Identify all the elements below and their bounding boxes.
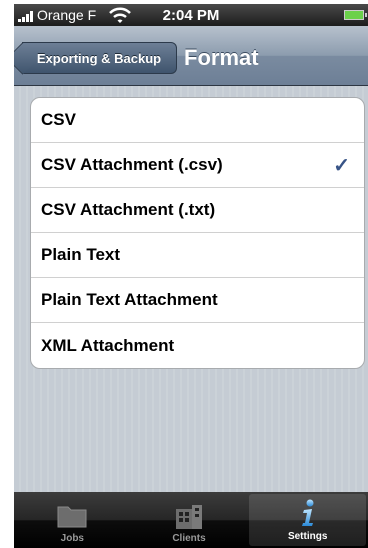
navigation-bar: Exporting & Backup Format xyxy=(14,26,368,86)
status-bar: Orange F 2:04 PM xyxy=(14,4,368,26)
info-icon xyxy=(298,497,318,527)
format-option-csv-attachment-csv[interactable]: CSV Attachment (.csv) ✓ xyxy=(31,143,364,188)
checkmark-icon: ✓ xyxy=(333,154,350,177)
format-option-label: Plain Text Attachment xyxy=(41,290,218,309)
tab-clients[interactable]: Clients xyxy=(131,492,248,548)
format-option-csv-attachment-txt[interactable]: CSV Attachment (.txt) xyxy=(31,188,364,233)
format-option-label: CSV Attachment (.txt) xyxy=(41,200,216,219)
battery-icon xyxy=(344,10,367,20)
format-option-plain-text-attachment[interactable]: Plain Text Attachment xyxy=(31,278,364,323)
format-option-plain-text[interactable]: Plain Text xyxy=(31,233,364,278)
back-button-label: Exporting & Backup xyxy=(36,50,162,66)
tab-label: Jobs xyxy=(60,533,84,544)
format-option-label: Plain Text xyxy=(41,245,121,264)
tab-label: Clients xyxy=(172,533,206,544)
tab-bar: Jobs Clients Settings xyxy=(14,492,368,548)
format-option-label: CSV Attachment (.csv) xyxy=(41,155,223,174)
back-button[interactable]: Exporting & Backup xyxy=(22,42,177,74)
format-option-xml-attachment[interactable]: XML Attachment xyxy=(31,323,364,368)
format-option-label: XML Attachment xyxy=(41,335,175,355)
content-area: CSV CSV Attachment (.csv) ✓ CSV Attachme… xyxy=(14,86,368,492)
status-time: 2:04 PM xyxy=(162,7,220,24)
tab-settings[interactable]: Settings xyxy=(249,494,367,546)
phone-screen: Orange F 2:04 PM Exporting & Backup Form… xyxy=(14,4,368,548)
tab-jobs[interactable]: Jobs xyxy=(14,492,131,548)
format-option-csv[interactable]: CSV xyxy=(31,98,364,143)
page-title: Format xyxy=(184,45,259,70)
format-option-label: CSV xyxy=(41,110,76,129)
format-list: CSV CSV Attachment (.csv) ✓ CSV Attachme… xyxy=(30,97,365,369)
tab-label: Settings xyxy=(287,531,328,542)
building-icon xyxy=(174,499,204,529)
folder-icon xyxy=(56,499,88,529)
